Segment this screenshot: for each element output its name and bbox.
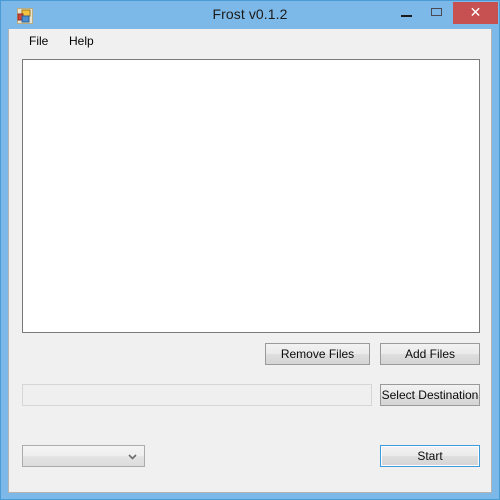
application-window: Frost v0.1.2 ✕ File Help Remove Files Ad… bbox=[0, 0, 500, 500]
menu-bar: File Help bbox=[9, 29, 491, 52]
maximize-button[interactable] bbox=[423, 2, 451, 24]
application-window-icon bbox=[17, 8, 33, 24]
title-bar: Frost v0.1.2 ✕ bbox=[1, 1, 499, 29]
client-area: File Help Remove Files Add Files Select … bbox=[8, 29, 492, 493]
add-files-button[interactable]: Add Files bbox=[380, 343, 480, 365]
format-select-value bbox=[28, 448, 124, 466]
menu-item-file[interactable]: File bbox=[23, 32, 54, 50]
select-destination-button[interactable]: Select Destination bbox=[380, 384, 480, 406]
menu-item-help[interactable]: Help bbox=[63, 32, 100, 50]
format-select[interactable] bbox=[22, 445, 145, 467]
maximize-icon bbox=[431, 8, 442, 16]
file-list-box[interactable] bbox=[22, 59, 480, 333]
destination-path-input[interactable] bbox=[22, 384, 372, 406]
close-button[interactable]: ✕ bbox=[453, 2, 498, 24]
minimize-button[interactable] bbox=[392, 2, 420, 24]
minimize-icon bbox=[401, 15, 412, 17]
chevron-down-icon bbox=[127, 451, 138, 462]
start-button[interactable]: Start bbox=[380, 445, 480, 467]
remove-files-button[interactable]: Remove Files bbox=[265, 343, 370, 365]
close-icon: ✕ bbox=[469, 5, 482, 21]
